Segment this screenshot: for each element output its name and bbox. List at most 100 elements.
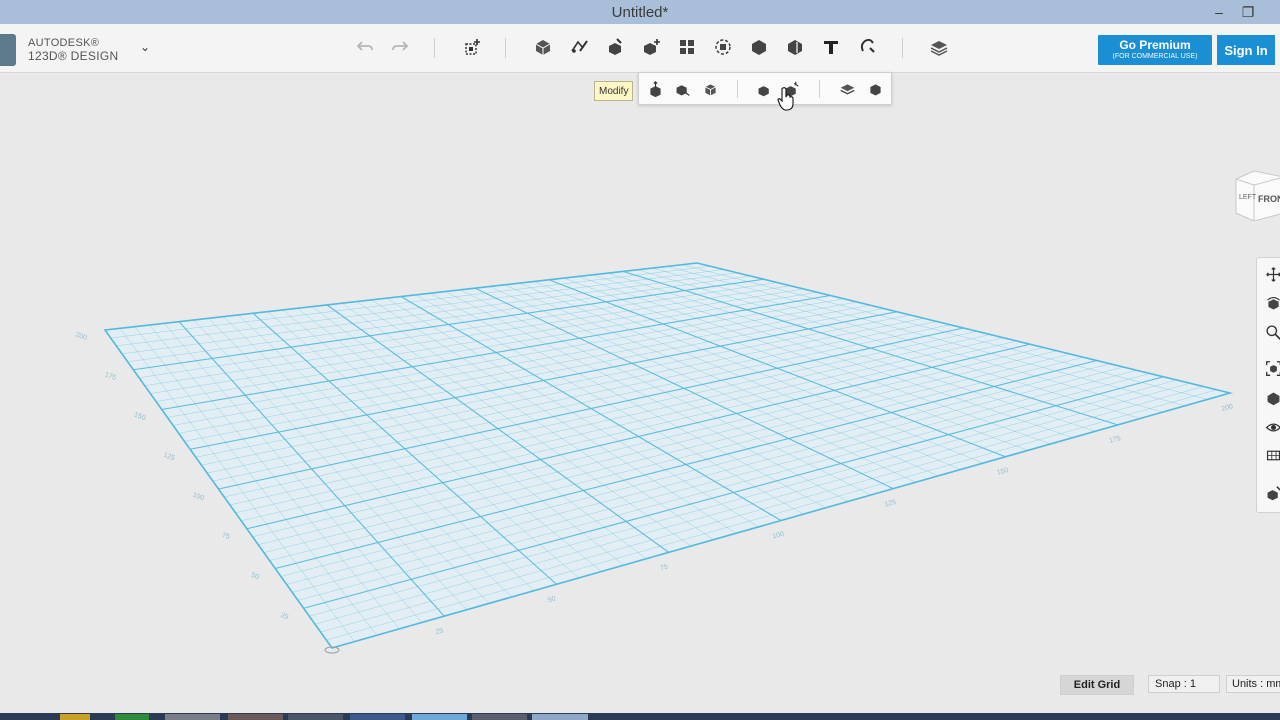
grid-axis-label: 175 [1108, 435, 1121, 445]
taskbar-item[interactable] [60, 714, 90, 720]
undo-button[interactable] [352, 34, 378, 60]
taskbar-item[interactable] [165, 714, 220, 720]
text-icon [824, 41, 838, 54]
taskbar-item[interactable] [228, 714, 283, 720]
shell-button[interactable] [864, 78, 886, 100]
units-setting[interactable]: Units : mm [1226, 675, 1280, 693]
fit-icon [1265, 360, 1280, 376]
text-button[interactable] [818, 34, 844, 60]
grouping-button[interactable] [710, 34, 736, 60]
hand-cursor-icon [777, 87, 794, 111]
view-cube-icon: LEFT FRONT [1235, 170, 1280, 222]
view-cube-left-label: LEFT [1239, 194, 1257, 201]
press-pull-icon [649, 80, 661, 97]
view-cube[interactable]: LEFT FRONT [1232, 169, 1280, 222]
visibility-button[interactable] [1262, 416, 1280, 438]
modify-button[interactable] [638, 34, 664, 60]
grid-axis-label: 75 [221, 532, 231, 541]
snap-button[interactable] [854, 34, 880, 60]
combine-button[interactable] [746, 34, 772, 60]
pan-button[interactable] [1262, 263, 1280, 285]
split-solid-button[interactable] [836, 78, 858, 100]
view-cube-front-label: FRONT [1258, 194, 1280, 204]
construct-icon [609, 38, 622, 55]
taskbar-item[interactable] [472, 714, 527, 720]
grid-plane [105, 263, 1230, 648]
grid-axis-label: 75 [659, 564, 668, 573]
modify-tooltip: Modify [594, 81, 634, 101]
primitives-icon [535, 40, 551, 55]
modify-icon [644, 39, 660, 55]
material-view-icon [1266, 450, 1280, 460]
taskbar-item[interactable] [288, 714, 343, 720]
pan-icon [1265, 266, 1280, 282]
go-premium-button[interactable]: Go Premium (FOR COMMERCIAL USE) [1098, 35, 1212, 65]
measure-button[interactable] [782, 34, 808, 60]
brand-company: AUTODESK® [28, 37, 100, 49]
zoom-button[interactable] [1262, 321, 1280, 343]
construct-button[interactable] [602, 34, 628, 60]
zoom-icon [1265, 324, 1280, 340]
grid-axis-label: 150 [133, 411, 146, 422]
app-window: Untitled* – ❐ AUTODESK® 123D® DESIGN ⌄ G… [0, 0, 1280, 720]
navigation-bar [1256, 257, 1280, 513]
edit-grid-button[interactable]: Edit Grid [1060, 675, 1134, 695]
grid-axis-label: 125 [162, 452, 175, 463]
shell-icon [869, 83, 881, 95]
perspective-icon [1267, 392, 1279, 405]
combine-icon [752, 40, 766, 55]
maximize-icon: ❐ [1241, 3, 1255, 20]
grid-axis-label: 50 [547, 595, 556, 604]
fillet-button[interactable] [753, 78, 775, 100]
snap-icon [860, 38, 875, 53]
pattern-icon [680, 40, 694, 54]
minimize-icon: – [1215, 4, 1223, 20]
viewport[interactable]: 200 175 150 125 100 75 50 25 25 50 75 100 125 150 175 2… [0, 73, 1280, 713]
redo-button[interactable] [387, 34, 413, 60]
measure-icon [788, 40, 802, 55]
split-face-button[interactable] [699, 78, 721, 100]
minimize-button[interactable]: – [1205, 0, 1233, 24]
grid-axis-label: 200 [74, 331, 87, 342]
taskbar-item[interactable] [412, 714, 467, 720]
grid-axis-label: 200 [1221, 403, 1234, 413]
undo-icon [356, 41, 373, 51]
grid-axis-label: 100 [192, 492, 205, 503]
primitives-button[interactable] [530, 34, 556, 60]
transform-button[interactable] [459, 34, 485, 60]
taskbar-item[interactable] [350, 714, 405, 720]
orbit-button[interactable] [1262, 292, 1280, 314]
app-menu-button[interactable]: AUTODESK® 123D® DESIGN ⌄ [0, 24, 165, 72]
maximize-button[interactable]: ❐ [1234, 0, 1262, 24]
redo-icon [392, 41, 409, 51]
sketch-button[interactable] [566, 34, 592, 60]
fit-button[interactable] [1262, 357, 1280, 379]
tweak-button[interactable] [671, 78, 693, 100]
sign-in-button[interactable]: Sign In [1217, 35, 1275, 65]
go-premium-sublabel: (FOR COMMERCIAL USE) [1112, 53, 1198, 60]
grid-axis-label: 175 [104, 371, 117, 382]
solid-view-icon [1267, 485, 1280, 500]
chevron-down-icon: ⌄ [140, 40, 151, 54]
grouping-icon [715, 39, 731, 55]
ground-grid: 200 175 150 125 100 75 50 25 25 50 75 100 125 150 175 2… [74, 262, 1234, 654]
grid-axis-label: 125 [884, 499, 897, 509]
title-bar: Untitled* – ❐ [0, 0, 1280, 24]
split-solid-icon [839, 83, 855, 95]
go-premium-label: Go Premium [1119, 38, 1191, 52]
grid-axis-label: 150 [996, 467, 1009, 477]
perspective-button[interactable] [1262, 387, 1280, 409]
taskbar-item[interactable] [115, 714, 149, 720]
material-view-button[interactable] [1262, 444, 1280, 466]
main-toolbar: AUTODESK® 123D® DESIGN ⌄ Go Premium (FOR… [0, 24, 1280, 73]
taskbar-item[interactable] [532, 714, 588, 720]
snap-setting[interactable]: Snap : 1 [1148, 675, 1220, 693]
modify-submenu [638, 72, 892, 105]
pattern-button[interactable] [674, 34, 700, 60]
material-button[interactable] [926, 34, 952, 60]
grid-axis-label: 25 [435, 627, 444, 636]
press-pull-button[interactable] [644, 78, 666, 100]
transform-icon [465, 39, 480, 55]
solid-view-button[interactable] [1262, 482, 1280, 504]
autodesk-logo-icon [0, 34, 16, 66]
